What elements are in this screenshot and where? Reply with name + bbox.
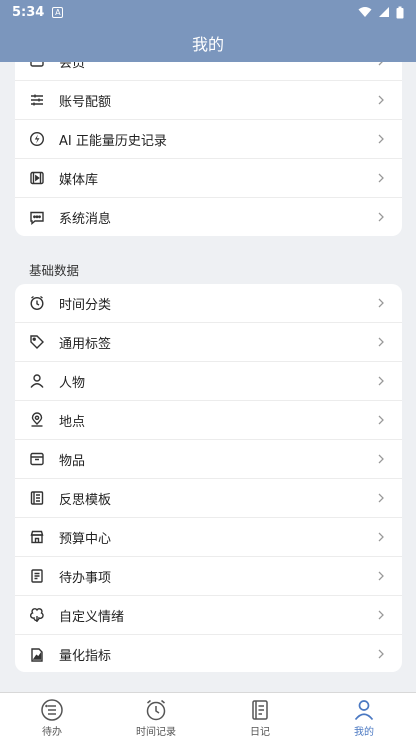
location-icon: [29, 412, 45, 428]
wifi-icon: [358, 7, 372, 17]
bolt-icon: [29, 131, 45, 147]
template-icon: [29, 490, 45, 506]
person-icon: [29, 373, 45, 389]
sliders-icon: [29, 92, 45, 108]
tag-icon: [29, 334, 45, 350]
app-bar: 我的: [0, 24, 416, 62]
tab-label: 待办: [42, 727, 62, 738]
chevron-right-icon: [378, 415, 384, 425]
page-title: 我的: [191, 35, 224, 54]
message-icon: [29, 210, 45, 226]
menu-item-custom-emotions[interactable]: 自定义情绪: [15, 596, 402, 635]
menu-item-account-quota[interactable]: 账号配额: [15, 81, 402, 120]
menu-item-todos[interactable]: 待办事项: [15, 557, 402, 596]
basic-data-card: 时间分类 通用标签 人物 地点 物品 反思模板 预算中心 待办事项 自定义情绪 …: [15, 284, 402, 672]
menu-item-media-library[interactable]: 媒体库: [15, 159, 402, 198]
tab-mine[interactable]: 我的: [312, 693, 416, 739]
status-time: 5:34: [12, 4, 45, 20]
bottom-navigation: 待办 时间记录 日记 我的: [0, 692, 416, 739]
chart-icon: [29, 647, 45, 663]
menu-item-quantitative-metrics[interactable]: 量化指标: [15, 635, 402, 672]
media-icon: [29, 170, 45, 186]
chevron-right-icon: [378, 337, 384, 347]
chevron-right-icon: [378, 376, 384, 386]
tab-label: 时间记录: [136, 727, 176, 738]
chevron-right-icon: [378, 493, 384, 503]
menu-item-label: 地点: [59, 414, 86, 430]
chevron-right-icon: [378, 532, 384, 542]
chevron-right-icon: [378, 298, 384, 308]
box-icon: [29, 451, 45, 467]
menu-item-ai-history[interactable]: AI 正能量历史记录: [15, 120, 402, 159]
profile-icon: [354, 700, 374, 721]
account-group-card: 会员 账号配额 AI 正能量历史记录 媒体库 系统消息: [15, 62, 402, 236]
menu-item-label: AI 正能量历史记录: [59, 133, 167, 149]
menu-item-time-category[interactable]: 时间分类: [15, 284, 402, 323]
menu-item-label: 自定义情绪: [59, 609, 125, 625]
chevron-right-icon: [378, 62, 383, 66]
chevron-right-icon: [378, 610, 384, 620]
signal-icon: [379, 7, 389, 17]
alarm-icon: [146, 699, 166, 721]
tab-todo[interactable]: 待办: [0, 693, 104, 739]
menu-item-common-tags[interactable]: 通用标签: [15, 323, 402, 362]
tab-label: 日记: [250, 727, 270, 738]
notification-icon: A: [52, 6, 64, 18]
status-bar: 5:34 A: [0, 0, 416, 24]
menu-item-label: 账号配额: [59, 94, 112, 110]
todo-icon: [29, 568, 45, 584]
menu-item-label: 反思模板: [59, 492, 112, 508]
settings-content[interactable]: 会员 账号配额 AI 正能量历史记录 媒体库 系统消息 基础数据 时间分类 通用…: [0, 62, 416, 692]
chevron-right-icon: [378, 173, 384, 183]
chevron-right-icon: [378, 454, 384, 464]
menu-item-label: 物品: [59, 453, 86, 469]
list-icon: [41, 699, 63, 721]
menu-item-system-messages[interactable]: 系统消息: [15, 198, 402, 236]
menu-item-label: 会员: [59, 62, 86, 71]
menu-item-member[interactable]: 会员: [15, 62, 402, 81]
tab-diary[interactable]: 日记: [208, 693, 312, 739]
notebook-icon: [252, 700, 268, 720]
tab-label: 我的: [354, 727, 374, 738]
menu-item-label: 系统消息: [59, 212, 112, 227]
menu-item-places[interactable]: 地点: [15, 401, 402, 440]
store-icon: [29, 529, 45, 545]
tab-time-record[interactable]: 时间记录: [104, 693, 208, 739]
chevron-right-icon: [378, 212, 384, 222]
section-title-basic-data: 基础数据: [29, 263, 80, 278]
menu-item-label: 通用标签: [59, 336, 112, 352]
menu-item-label: 人物: [59, 375, 86, 391]
battery-icon: [396, 6, 404, 18]
menu-item-label: 媒体库: [59, 172, 99, 188]
menu-item-budget-center[interactable]: 预算中心: [15, 518, 402, 557]
chevron-right-icon: [378, 134, 384, 144]
chevron-right-icon: [378, 649, 384, 659]
member-icon: [29, 62, 45, 69]
menu-item-label: 时间分类: [59, 297, 112, 313]
status-icons: [358, 6, 404, 19]
menu-item-people[interactable]: 人物: [15, 362, 402, 401]
emotion-icon: [29, 607, 45, 623]
chevron-right-icon: [378, 95, 384, 105]
chevron-right-icon: [378, 571, 384, 581]
menu-item-items[interactable]: 物品: [15, 440, 402, 479]
menu-item-label: 待办事项: [59, 570, 112, 586]
menu-item-label: 预算中心: [59, 531, 112, 547]
menu-item-label: 量化指标: [59, 649, 112, 664]
menu-item-reflection-templates[interactable]: 反思模板: [15, 479, 402, 518]
clock-icon: [29, 295, 45, 311]
